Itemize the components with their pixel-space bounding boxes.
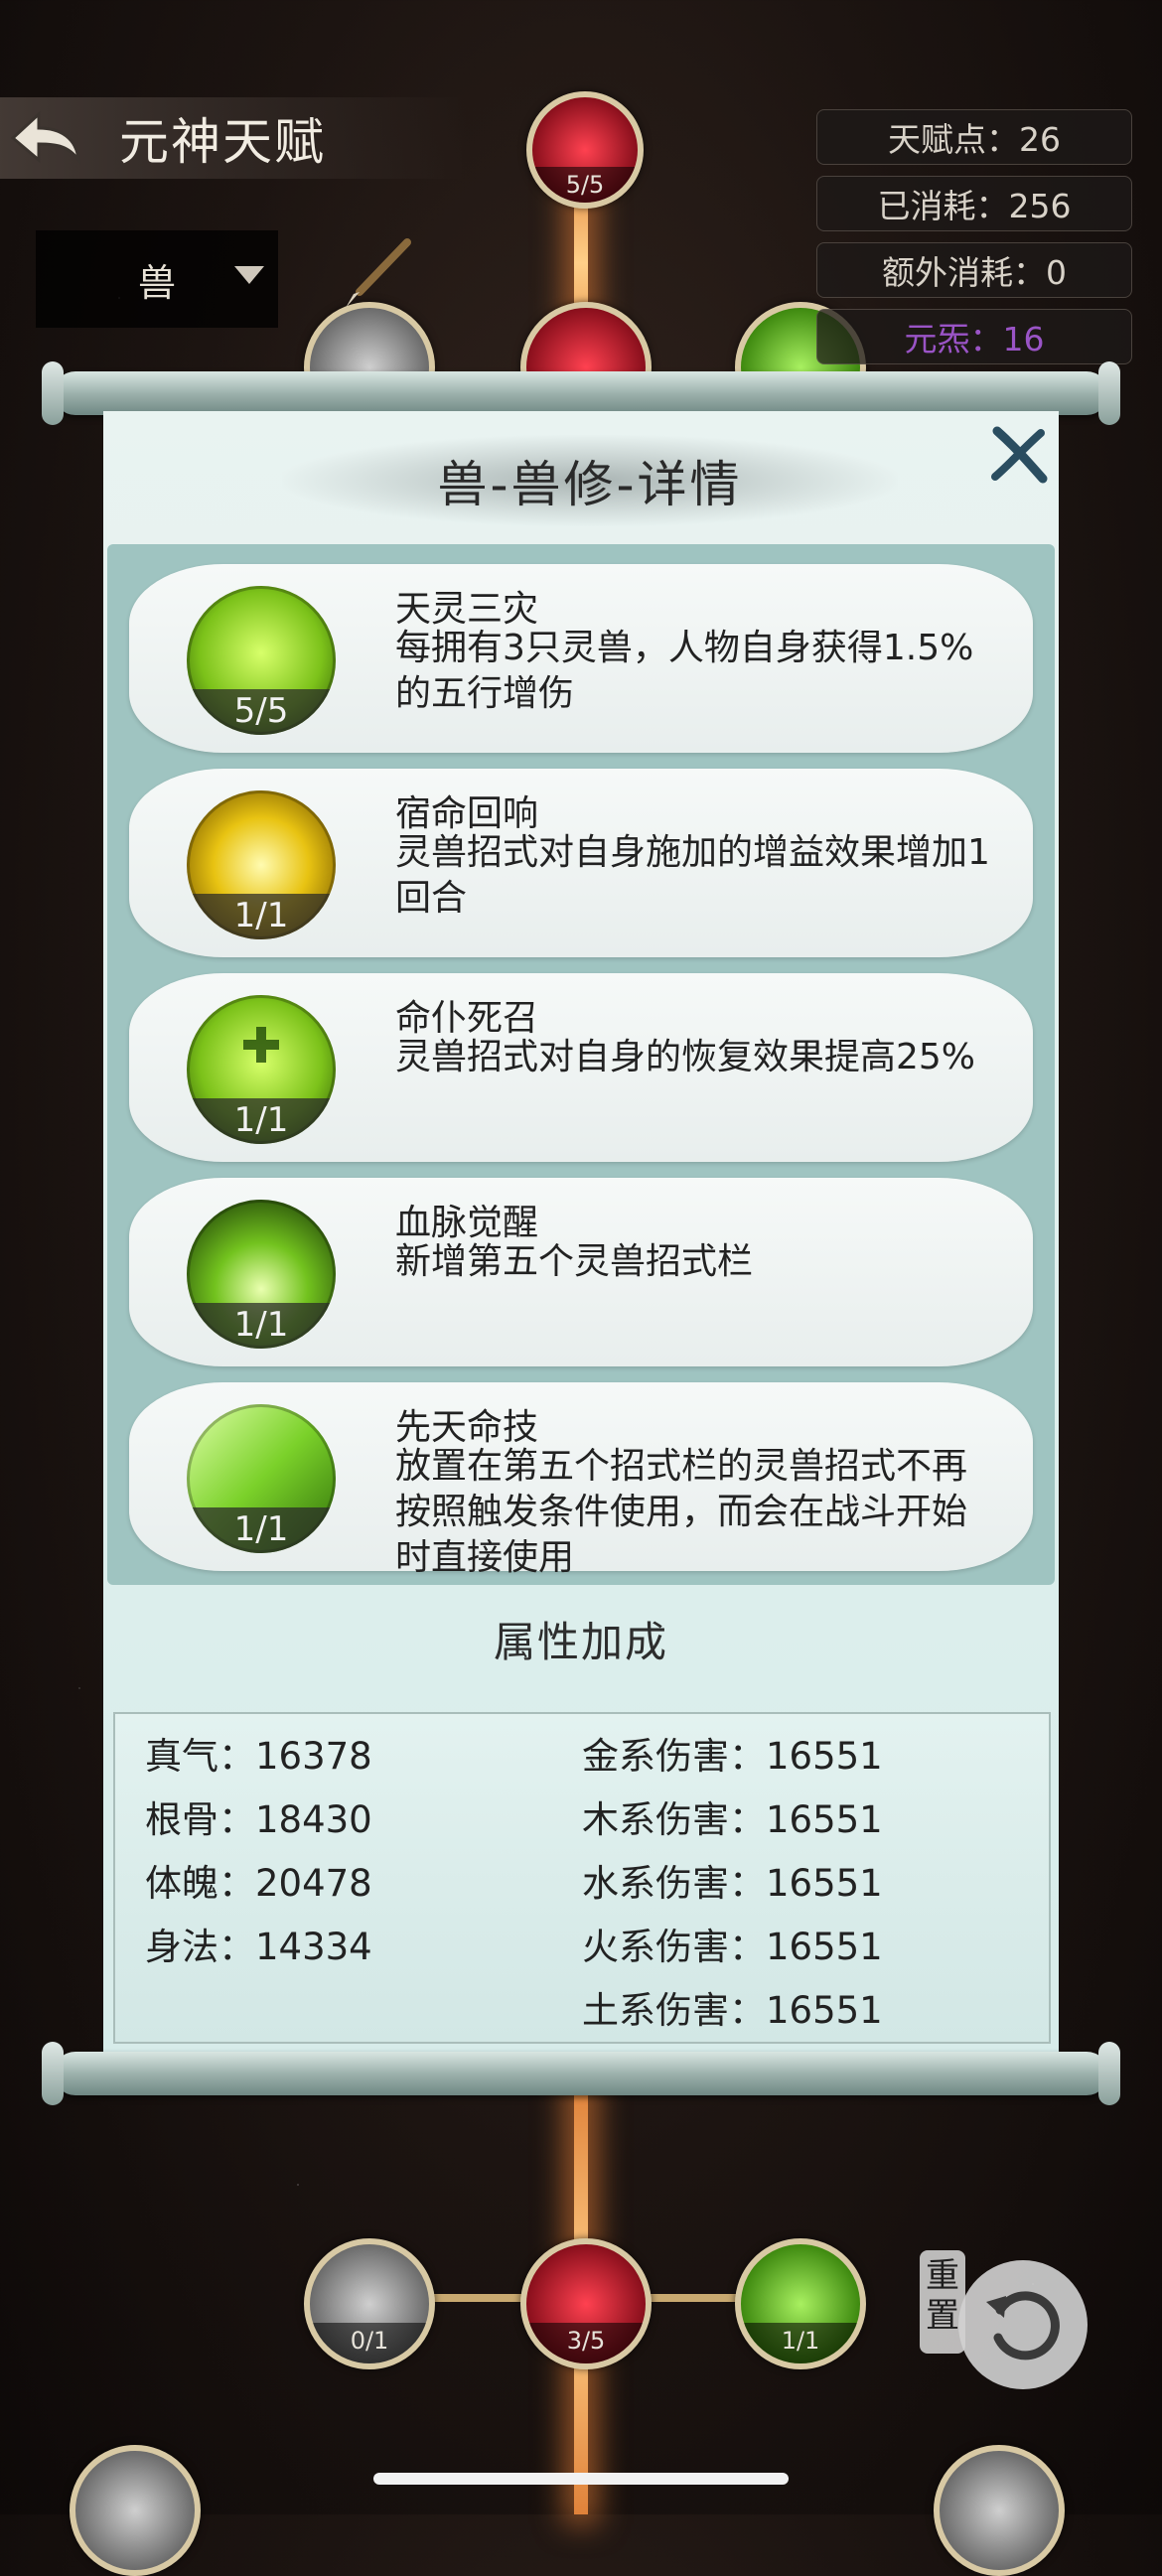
attr-zhenqi: 真气：16378 (145, 1735, 372, 1778)
attr-earth-damage: 土系伤害：16551 (582, 1989, 883, 2032)
talent-name: 命仆死召 (395, 998, 539, 1039)
attr-metal-damage: 金系伤害：16551 (582, 1735, 883, 1778)
green-flame-icon: 1/1 (187, 1200, 336, 1349)
talent-node-bottom-left[interactable]: 0/1 (304, 2238, 435, 2369)
extra-consumed-stat: 额外消耗：0 (816, 242, 1132, 298)
scroll-rod-top (42, 361, 1120, 425)
attribute-box: 真气：16378 根骨：18430 体魄：20478 身法：14334 金系伤害… (113, 1712, 1051, 2044)
page-title: 元神天赋 (119, 113, 326, 171)
talent-node-bottom-center[interactable]: 3/5 (520, 2238, 652, 2369)
brush-icon (346, 238, 411, 308)
reset-button[interactable] (958, 2260, 1088, 2389)
home-indicator[interactable] (373, 2473, 789, 2485)
panel-title: 兽-兽修-详情 (437, 456, 743, 513)
category-selected: 兽 (137, 260, 176, 305)
top-bar: 元神天赋 (0, 97, 467, 179)
talent-desc: 灵兽招式对自身施加的增益效果增加1回合 (395, 832, 990, 919)
talent-card[interactable]: 5/5 天灵三灾 每拥有3只灵兽，人物自身获得1.5%的五行增伤 (129, 564, 1033, 753)
talent-list[interactable]: 5/5 天灵三灾 每拥有3只灵兽，人物自身获得1.5%的五行增伤 1/1 宿命回… (107, 544, 1055, 1585)
scroll-rod-bottom (42, 2042, 1120, 2105)
back-arrow-icon (10, 110, 80, 166)
talent-name: 先天命技 (395, 1407, 539, 1448)
consumed-stat: 已消耗：256 (816, 176, 1132, 231)
attribute-section-title: 属性加成 (493, 1618, 668, 1666)
attr-gengu: 根骨：18430 (145, 1798, 372, 1841)
talent-stats: 天赋点：26 已消耗：256 额外消耗：0 元炁：16 (816, 109, 1132, 375)
attr-wood-damage: 木系伤害：16551 (582, 1798, 883, 1841)
talent-desc: 每拥有3只灵兽，人物自身获得1.5%的五行增伤 (395, 628, 974, 714)
plus-cross-icon (243, 1027, 279, 1063)
attr-shenfa: 身法：14334 (145, 1926, 372, 1968)
talent-node-bottom-right[interactable]: 1/1 (735, 2238, 866, 2369)
yuansha-stat: 元炁：16 (816, 309, 1132, 364)
attr-fire-damage: 火系伤害：16551 (582, 1926, 883, 1968)
panel-title-banner: 兽-兽修-详情 (282, 435, 898, 526)
talent-points-stat: 天赋点：26 (816, 109, 1132, 165)
talent-node-corner-bl[interactable] (70, 2445, 201, 2576)
talent-name: 宿命回响 (395, 793, 539, 834)
green-leaf-icon: 1/1 (187, 1404, 336, 1553)
chevron-down-icon (234, 266, 264, 284)
close-icon (991, 426, 1048, 484)
talent-desc: 灵兽招式对自身的恢复效果提高25% (395, 1037, 976, 1077)
reset-label[interactable]: 重置 (920, 2250, 965, 2354)
talent-card[interactable]: 1/1 血脉觉醒 新增第五个灵兽招式栏 (129, 1178, 1033, 1366)
talent-desc: 新增第五个灵兽招式栏 (395, 1241, 754, 1282)
talent-node-corner-br[interactable] (934, 2445, 1065, 2576)
talent-node-top[interactable]: 5/5 (526, 91, 644, 209)
golden-rune-icon: 1/1 (187, 790, 336, 939)
talent-card[interactable]: 1/1 先天命技 放置在第五个招式栏的灵兽招式不再按照触发条件使用，而会在战斗开… (129, 1382, 1033, 1578)
talent-desc: 放置在第五个招式栏的灵兽招式不再按照触发条件使用，而会在战斗开始时直接使用 (395, 1446, 968, 1578)
category-dropdown[interactable]: 兽 (36, 230, 278, 328)
green-beast-icon: 5/5 (187, 586, 336, 735)
close-button[interactable] (987, 423, 1051, 487)
talent-detail-panel: 兽-兽修-详情 5/5 天灵三灾 每拥有3只灵兽，人物自身获得1.5%的五行增伤… (103, 411, 1059, 2052)
talent-name: 天灵三灾 (395, 589, 539, 630)
refresh-icon (986, 2291, 1060, 2361)
attr-tipo: 体魄：20478 (145, 1862, 372, 1905)
attr-water-damage: 水系伤害：16551 (582, 1862, 883, 1905)
green-heal-icon: 1/1 (187, 995, 336, 1144)
back-button[interactable] (0, 97, 89, 179)
talent-name: 血脉觉醒 (395, 1203, 539, 1243)
talent-card[interactable]: 1/1 命仆死召 灵兽招式对自身的恢复效果提高25% (129, 973, 1033, 1162)
talent-card[interactable]: 1/1 宿命回响 灵兽招式对自身施加的增益效果增加1回合 (129, 769, 1033, 957)
